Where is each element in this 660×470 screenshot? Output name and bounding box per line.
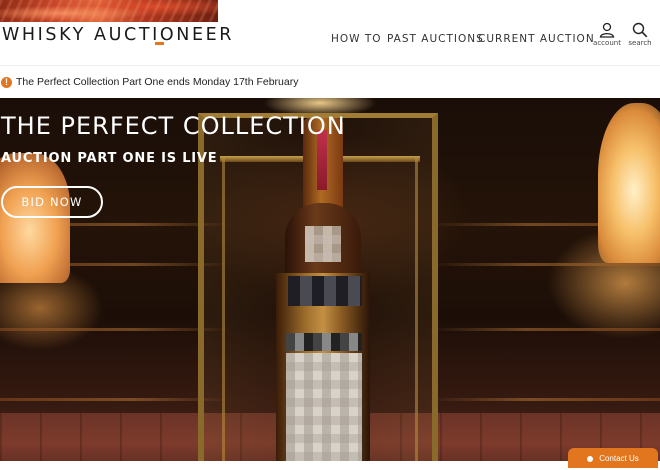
logo-accent-bar	[155, 42, 164, 45]
right-lamp-image	[598, 103, 660, 263]
account-label: account	[593, 39, 621, 47]
contact-us-button[interactable]: Contact Us	[568, 448, 658, 468]
pixelated-cap	[305, 226, 341, 262]
bid-now-button[interactable]: BID NOW	[1, 186, 103, 218]
logo[interactable]: WHISKY AUCTIONEER	[0, 0, 231, 48]
logo-text: WHISKY AUCTIONEER	[2, 25, 235, 45]
account-button[interactable]: account	[592, 22, 622, 47]
pixelated-label	[286, 353, 362, 461]
nav-past-auctions[interactable]: PAST AUCTIONS	[387, 33, 484, 45]
search-button[interactable]: search	[625, 22, 655, 47]
pixelated-collar	[288, 276, 362, 306]
hero-subtitle: AUCTION PART ONE IS LIVE	[1, 151, 218, 166]
hero-title: THE PERFECT COLLECTION	[1, 112, 346, 140]
notice-bar: ! The Perfect Collection Part One ends M…	[0, 65, 660, 99]
notice-text: The Perfect Collection Part One ends Mon…	[16, 76, 299, 88]
contact-label: Contact Us	[599, 454, 639, 463]
logo-banner-image	[0, 0, 218, 22]
site-header: WHISKY AUCTIONEER HOW TO PAST AUCTIONS C…	[0, 0, 660, 65]
search-icon	[632, 22, 648, 38]
nav-how-to[interactable]: HOW TO	[331, 33, 382, 45]
search-label: search	[628, 39, 652, 47]
left-lamp-image	[0, 153, 70, 283]
pixelated-band	[286, 333, 362, 351]
exclamation-icon: !	[1, 77, 12, 88]
nav-current-auction[interactable]: CURRENT AUCTION	[478, 33, 595, 45]
hero-banner: THE PERFECT COLLECTION AUCTION PART ONE …	[0, 98, 660, 461]
user-icon	[599, 22, 615, 38]
